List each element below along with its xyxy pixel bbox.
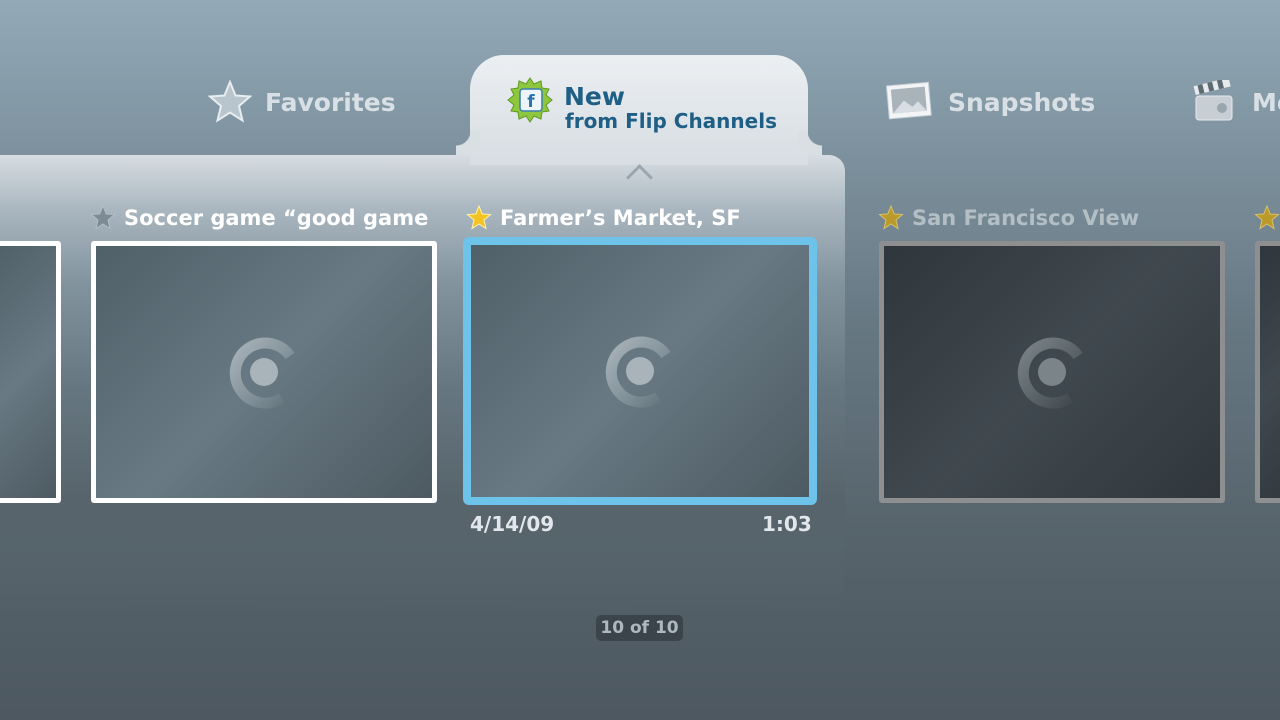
- video-title: San Francisco View: [878, 205, 1218, 231]
- video-thumbnail[interactable]: [0, 241, 61, 503]
- tab-movies[interactable]: Mo: [1192, 78, 1280, 126]
- video-duration: 1:03: [762, 512, 812, 536]
- video-thumbnail[interactable]: [879, 241, 1225, 503]
- video-date: 4/14/09: [470, 512, 555, 536]
- video-title: Farmer’s Market, SF: [466, 205, 806, 231]
- clapperboard-icon: [1193, 80, 1233, 121]
- video-title: [1254, 205, 1280, 231]
- tab-favorites[interactable]: Favorites: [208, 78, 396, 126]
- star-outline-icon: [208, 80, 252, 123]
- spinner-icon: [1017, 337, 1083, 409]
- tab-new-subtitle: from Flip Channels: [565, 109, 777, 133]
- video-thumbnail-selected[interactable]: [463, 237, 817, 505]
- flip-channel-badge-icon: f: [507, 77, 553, 123]
- video-title: Soccer game “good game” ri: [90, 205, 430, 231]
- spinner-icon: [229, 337, 295, 409]
- tab-snapshots[interactable]: Snapshots: [884, 78, 1095, 126]
- item-counter: 10 of 10: [596, 615, 683, 641]
- video-thumbnail[interactable]: [91, 241, 437, 503]
- tab-new-title: New: [564, 82, 625, 111]
- star-icon[interactable]: [1254, 205, 1280, 231]
- star-icon[interactable]: [878, 205, 904, 231]
- spinner-icon: [605, 336, 671, 408]
- star-icon[interactable]: [90, 205, 116, 231]
- tab-favorites-label: Favorites: [265, 87, 396, 117]
- tab-movies-label: Mo: [1252, 87, 1280, 117]
- photo-icon: [885, 81, 932, 120]
- svg-text:f: f: [527, 92, 535, 112]
- video-thumbnail[interactable]: [1255, 241, 1280, 503]
- star-icon[interactable]: [466, 205, 492, 231]
- tab-snapshots-label: Snapshots: [948, 87, 1096, 117]
